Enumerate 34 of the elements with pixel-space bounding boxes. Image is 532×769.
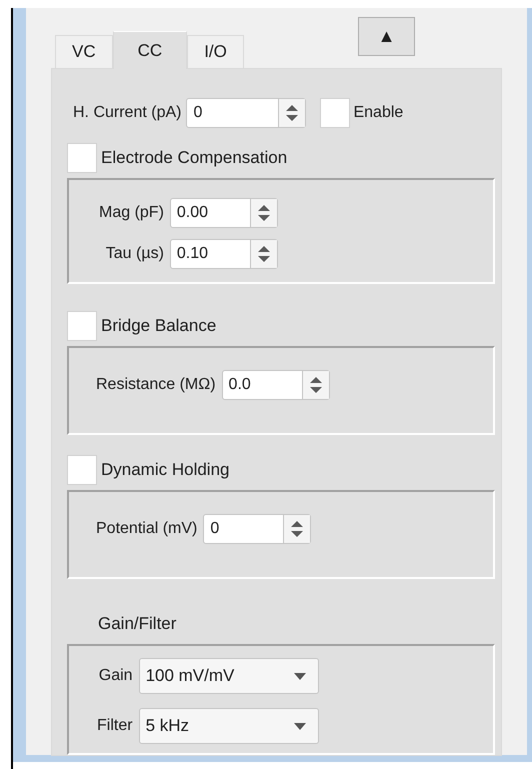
field-label: Gain	[98, 666, 133, 686]
collapse-button[interactable]: ▲	[358, 17, 415, 56]
dropdown[interactable]: 5 kHz	[138, 708, 319, 744]
section-title: Bridge Balance	[101, 315, 216, 338]
spin-box[interactable]: 0	[203, 514, 312, 544]
section-title: Dynamic Holding	[101, 459, 230, 482]
spin-box[interactable]: 0.10	[170, 239, 278, 269]
caret-icon	[294, 722, 306, 730]
checkbox-label: Enable	[353, 103, 404, 123]
spin-arrows-icon[interactable]	[258, 205, 270, 221]
spin-arrows-icon[interactable]	[310, 377, 322, 393]
spin-box[interactable]: 0.00	[170, 198, 278, 228]
spin-box[interactable]: 0.0	[222, 370, 330, 400]
checkbox[interactable]	[67, 455, 97, 485]
field-label: Potential (mV)	[96, 519, 198, 539]
tab[interactable]: CC	[112, 31, 188, 69]
field-label: Resistance (MΩ)	[96, 375, 216, 395]
spin-arrows-icon[interactable]	[291, 521, 304, 537]
field-label: Mag (pF)	[99, 203, 164, 223]
tab[interactable]: VC	[55, 35, 113, 68]
caret-icon	[294, 672, 306, 680]
spin-arrows-icon[interactable]	[286, 105, 298, 121]
field-label: H. Current (pA)	[73, 103, 182, 123]
spin-box[interactable]: 0	[186, 98, 306, 128]
section-title: Gain/Filter	[98, 613, 176, 636]
checkbox[interactable]	[320, 98, 350, 128]
field-label: Tau (µs)	[104, 244, 164, 264]
tab[interactable]: I/O	[187, 35, 244, 68]
field-label: Filter	[97, 716, 133, 736]
spin-arrows-icon[interactable]	[258, 246, 270, 262]
section-title: Electrode Compensation	[101, 147, 288, 170]
checkbox[interactable]	[67, 311, 97, 341]
checkbox[interactable]	[67, 143, 97, 173]
dropdown[interactable]: 100 mV/mV	[138, 658, 319, 694]
